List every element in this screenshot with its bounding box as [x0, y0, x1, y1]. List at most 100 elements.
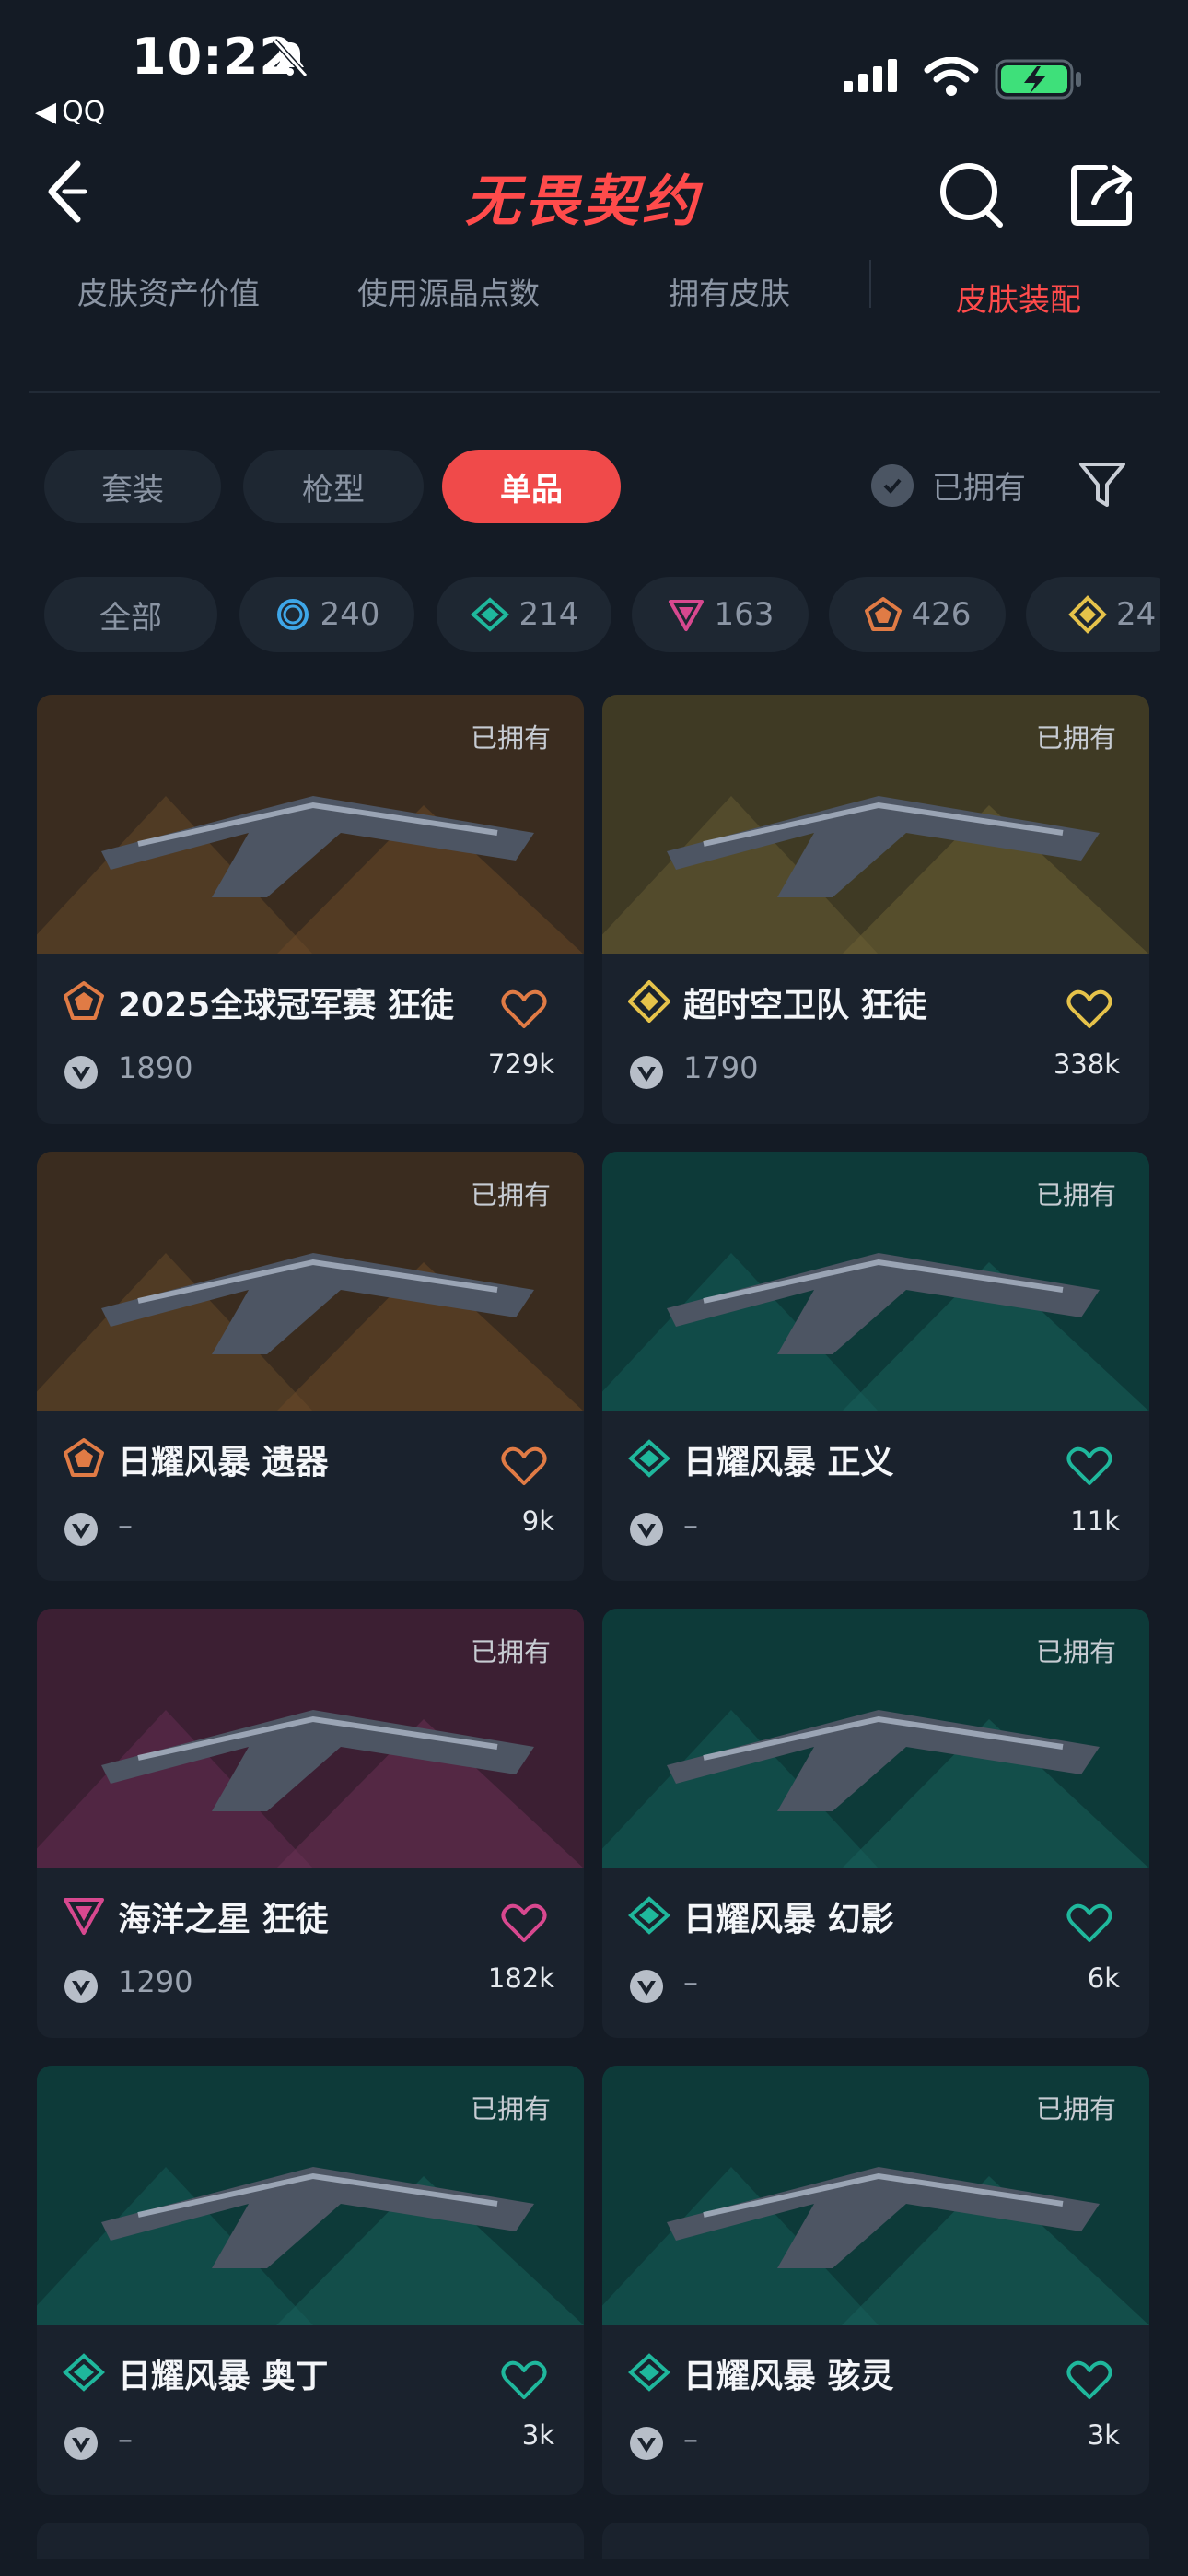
- radianite-point-icon: [630, 1970, 663, 2003]
- chip-premium[interactable]: 163: [632, 577, 809, 652]
- tabs-divider: [29, 391, 1160, 393]
- chip-label: 全部: [99, 599, 162, 637]
- like-heart-icon[interactable]: [501, 1903, 547, 1944]
- owned-tag: 已拥有: [1035, 1636, 1116, 1668]
- like-heart-icon[interactable]: [1066, 1446, 1112, 1487]
- radianite-point-icon: [630, 1513, 663, 1546]
- tab-owned-skins[interactable]: 拥有皮肤: [669, 269, 790, 313]
- chip-label: 426: [911, 596, 972, 633]
- radianite-point-icon: [64, 1513, 98, 1546]
- chip-deluxe[interactable]: 214: [437, 577, 611, 652]
- like-heart-icon[interactable]: [1066, 989, 1112, 1030]
- skin-price: –: [683, 1964, 698, 1999]
- select-rarity-icon: [276, 599, 309, 630]
- chip-exclusive[interactable]: 426: [829, 577, 1006, 652]
- skin-card[interactable]: 已拥有 2025全球冠军赛 狂徒 1890 729k: [37, 695, 584, 1124]
- segment-bundle[interactable]: 套装: [44, 450, 221, 523]
- deluxe-rarity-icon: [628, 2353, 670, 2392]
- skin-price: 1790: [683, 1050, 759, 1085]
- skin-card[interactable]: 已拥有 日耀风暴 正义 – 11k: [602, 1152, 1149, 1581]
- skin-name: 日耀风暴 骇灵: [683, 2358, 894, 2395]
- chip-label: 240: [320, 596, 380, 633]
- search-icon[interactable]: [936, 158, 1007, 230]
- like-count: 3k: [1087, 2419, 1120, 2451]
- skin-name: 超时空卫队 狂徒: [683, 987, 927, 1025]
- skin-card[interactable]: 已拥有 日耀风暴 幻影 – 6k: [602, 1609, 1149, 2038]
- deluxe-rarity-icon: [628, 1439, 670, 1478]
- premium-rarity-icon: [64, 1898, 104, 1935]
- skin-name: 日耀风暴 正义: [683, 1444, 894, 1481]
- skin-price: –: [118, 1507, 133, 1542]
- chip-select[interactable]: 240: [239, 577, 414, 652]
- chip-label: 163: [714, 596, 775, 633]
- skin-price: 1290: [118, 1964, 193, 1999]
- skin-name: 日耀风暴 奥丁: [118, 2358, 329, 2395]
- owned-tag: 已拥有: [470, 2093, 551, 2125]
- ultra-rarity-icon: [1068, 595, 1107, 634]
- like-count: 729k: [487, 1048, 554, 1080]
- back-icon[interactable]: [41, 155, 96, 228]
- skin-price: –: [118, 2421, 133, 2456]
- owned-tag: 已拥有: [1035, 722, 1116, 754]
- like-count: 182k: [487, 1962, 554, 1994]
- like-heart-icon[interactable]: [501, 989, 547, 1030]
- like-count: 11k: [1070, 1505, 1120, 1537]
- skin-name: 日耀风暴 遗器: [118, 1444, 329, 1481]
- ultra-rarity-icon: [628, 980, 670, 1023]
- filter-icon[interactable]: [1077, 459, 1127, 510]
- owned-filter-toggle[interactable]: 已拥有: [871, 463, 1026, 508]
- share-icon[interactable]: [1068, 160, 1136, 228]
- skin-price: –: [683, 2421, 698, 2456]
- segment-single-item[interactable]: 单品: [442, 450, 621, 523]
- like-heart-icon[interactable]: [1066, 2360, 1112, 2401]
- owned-filter-label: 已拥有: [932, 470, 1026, 507]
- like-heart-icon[interactable]: [501, 1446, 547, 1487]
- like-count: 9k: [521, 1505, 554, 1537]
- owned-tag: 已拥有: [470, 1636, 551, 1668]
- deluxe-rarity-icon: [470, 597, 509, 632]
- chip-ultra[interactable]: 24: [1026, 577, 1160, 652]
- skin-card[interactable]: 已拥有 日耀风暴 骇灵 – 3k: [602, 2066, 1149, 2495]
- rarity-chip-row: 全部 240 214 163 426 24: [0, 553, 1160, 682]
- skin-price: 1890: [118, 1050, 193, 1085]
- chip-all[interactable]: 全部: [44, 577, 217, 652]
- skin-name: 日耀风暴 幻影: [683, 1901, 894, 1938]
- back-app-label: QQ: [62, 96, 106, 128]
- owned-tag: 已拥有: [470, 1179, 551, 1211]
- deluxe-rarity-icon: [628, 1896, 670, 1935]
- like-count: 3k: [521, 2419, 554, 2451]
- skin-name: 海洋之星 狂徒: [118, 1901, 329, 1938]
- like-heart-icon[interactable]: [501, 2360, 547, 2401]
- tab-skin-asset-value[interactable]: 皮肤资产价值: [77, 269, 260, 313]
- chip-label: 24: [1116, 596, 1157, 633]
- page-title-logo: 无畏契约: [465, 170, 701, 234]
- next-card-peek: [37, 2523, 584, 2559]
- exclusive-rarity-icon: [64, 1438, 104, 1477]
- skin-card[interactable]: 已拥有 日耀风暴 遗器 – 9k: [37, 1152, 584, 1581]
- tab-skin-loadout[interactable]: 皮肤装配: [956, 275, 1081, 320]
- owned-tag: 已拥有: [470, 722, 551, 754]
- check-circle-icon: [871, 463, 914, 507]
- tab-points-used[interactable]: 使用源晶点数: [357, 269, 540, 313]
- back-triangle-icon: ◀: [35, 96, 57, 128]
- skin-card[interactable]: 已拥有 海洋之星 狂徒 1290 182k: [37, 1609, 584, 2038]
- premium-rarity-icon: [668, 600, 704, 631]
- battery-charging-icon: [995, 59, 1081, 100]
- radianite-point-icon: [64, 1970, 98, 2003]
- like-count: 6k: [1087, 1962, 1120, 1994]
- like-heart-icon[interactable]: [1066, 1903, 1112, 1944]
- skin-card[interactable]: 已拥有 超时空卫队 狂徒 1790 338k: [602, 695, 1149, 1124]
- mute-bell-icon: [272, 38, 309, 78]
- radianite-point-icon: [64, 2427, 98, 2460]
- radianite-point-icon: [630, 1056, 663, 1089]
- exclusive-rarity-icon: [64, 981, 104, 1020]
- skin-name: 2025全球冠军赛 狂徒: [118, 987, 454, 1025]
- radianite-point-icon: [64, 1056, 98, 1089]
- segment-weapon-type[interactable]: 枪型: [243, 450, 424, 523]
- tab-divider: [869, 260, 871, 308]
- radianite-point-icon: [630, 2427, 663, 2460]
- back-to-app[interactable]: ◀ QQ: [35, 96, 105, 128]
- owned-tag: 已拥有: [1035, 2093, 1116, 2125]
- like-count: 338k: [1053, 1048, 1120, 1080]
- skin-card[interactable]: 已拥有 日耀风暴 奥丁 – 3k: [37, 2066, 584, 2495]
